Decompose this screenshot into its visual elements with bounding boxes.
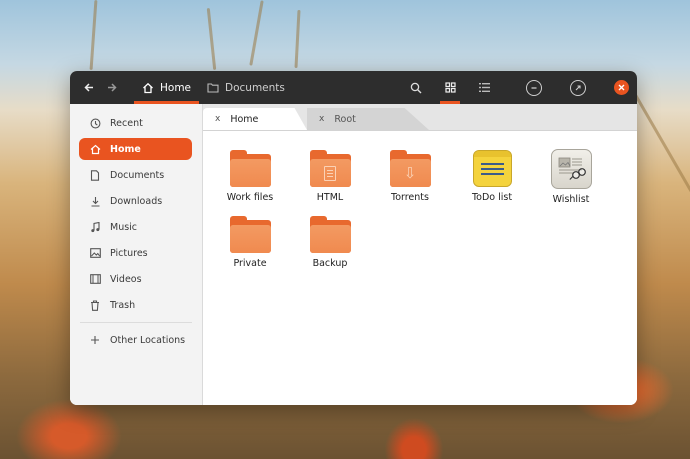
music-icon xyxy=(89,221,101,233)
file-label: HTML xyxy=(316,192,344,203)
document-image-icon xyxy=(550,149,592,189)
file-label: Wishlist xyxy=(552,194,590,205)
sidebar-item-documents[interactable]: Documents xyxy=(79,164,192,186)
main-panel: x Home x Root Work files HTML ⇩ Torrents… xyxy=(203,104,637,405)
breadcrumb-documents[interactable]: Documents xyxy=(199,71,293,104)
folder-icon xyxy=(207,83,219,93)
home-icon xyxy=(89,143,101,155)
folder-download-icon: ⇩ xyxy=(389,150,431,187)
file-label: Work files xyxy=(226,192,274,203)
trash-icon xyxy=(89,299,101,311)
grid-icon xyxy=(444,82,456,93)
sidebar-item-videos[interactable]: Videos xyxy=(79,268,192,290)
folder-icon xyxy=(309,216,351,253)
list-view-button[interactable] xyxy=(472,71,496,104)
minimize-icon xyxy=(531,86,537,89)
tab-close-icon[interactable]: x xyxy=(215,114,220,124)
file-grid: Work files HTML ⇩ Torrents ToDo list Wis… xyxy=(203,131,637,405)
file-label: Backup xyxy=(312,258,348,269)
wheat-stalk xyxy=(206,8,217,70)
tab-label: Root xyxy=(334,113,356,125)
grid-view-button[interactable] xyxy=(438,71,462,104)
sidebar-item-label: Pictures xyxy=(110,247,148,259)
note-icon xyxy=(472,150,512,187)
wheat-stalk xyxy=(294,9,301,69)
sidebar-item-label: Music xyxy=(110,221,138,233)
file-item-todo-list[interactable]: ToDo list xyxy=(456,150,528,203)
sidebar-item-label: Other Locations xyxy=(110,334,186,346)
headerbar: Home Documents xyxy=(70,71,637,104)
folder-icon xyxy=(229,216,271,253)
tab-home[interactable]: x Home xyxy=(203,108,307,130)
file-item-torrents[interactable]: ⇩ Torrents xyxy=(374,150,446,203)
home-icon xyxy=(143,82,153,93)
file-manager-window: Home Documents Recent Home Documents Dow… xyxy=(70,71,637,405)
sidebar-item-downloads[interactable]: Downloads xyxy=(79,190,192,212)
maximize-icon xyxy=(575,84,581,90)
film-icon xyxy=(89,273,101,285)
file-item-backup[interactable]: Backup xyxy=(294,216,366,269)
folder-document-icon xyxy=(309,150,351,187)
sidebar-item-pictures[interactable]: Pictures xyxy=(79,242,192,264)
sidebar-item-label: Downloads xyxy=(110,195,163,207)
list-icon xyxy=(478,83,490,92)
sidebar-divider xyxy=(80,322,192,323)
wheat-stalk xyxy=(89,0,98,71)
file-label: Torrents xyxy=(391,192,429,203)
file-item-private[interactable]: Private xyxy=(214,216,286,269)
file-item-work-files[interactable]: Work files xyxy=(214,150,286,203)
sidebar-item-recent[interactable]: Recent xyxy=(79,112,192,134)
back-button[interactable] xyxy=(78,77,100,99)
breadcrumb-home[interactable]: Home xyxy=(134,71,200,104)
sidebar-item-label: Documents xyxy=(110,169,165,181)
clock-icon xyxy=(89,117,101,129)
file-label: Private xyxy=(233,258,267,269)
file-item-html[interactable]: HTML xyxy=(294,150,366,203)
sidebar-item-other-locations[interactable]: Other Locations xyxy=(79,329,192,351)
sidebar-item-label: Videos xyxy=(110,273,142,285)
close-icon xyxy=(618,84,625,91)
tab-label: Home xyxy=(230,113,259,125)
search-button[interactable] xyxy=(404,71,428,104)
sidebar-item-music[interactable]: Music xyxy=(79,216,192,238)
search-icon xyxy=(410,82,422,93)
headerbar-controls xyxy=(404,71,629,104)
sidebar-item-home[interactable]: Home xyxy=(79,138,192,160)
arrow-left-icon xyxy=(83,83,93,92)
file-label: ToDo list xyxy=(471,192,513,203)
tab-bar: x Home x Root xyxy=(203,104,637,131)
minimize-button[interactable] xyxy=(526,79,542,96)
forward-button[interactable] xyxy=(100,77,122,99)
close-button[interactable] xyxy=(614,80,629,95)
document-icon xyxy=(89,169,101,181)
maximize-button[interactable] xyxy=(570,79,586,96)
arrow-right-icon xyxy=(107,83,117,92)
wheat-stalk xyxy=(249,0,264,66)
plus-icon xyxy=(89,334,101,346)
download-icon xyxy=(89,195,101,207)
file-item-wishlist[interactable]: Wishlist xyxy=(535,149,607,205)
tab-root[interactable]: x Root xyxy=(307,108,429,130)
folder-icon xyxy=(229,150,271,187)
sidebar-item-trash[interactable]: Trash xyxy=(79,294,192,316)
sidebar: Recent Home Documents Downloads Music Pi… xyxy=(70,104,203,405)
sidebar-item-label: Home xyxy=(110,143,141,155)
tab-close-icon[interactable]: x xyxy=(319,114,324,124)
breadcrumb-label: Home xyxy=(160,81,192,94)
wheat-stalk xyxy=(630,87,690,193)
picture-icon xyxy=(89,247,101,259)
sidebar-item-label: Recent xyxy=(110,117,143,129)
sidebar-item-label: Trash xyxy=(110,299,136,311)
breadcrumb-label: Documents xyxy=(225,81,285,94)
